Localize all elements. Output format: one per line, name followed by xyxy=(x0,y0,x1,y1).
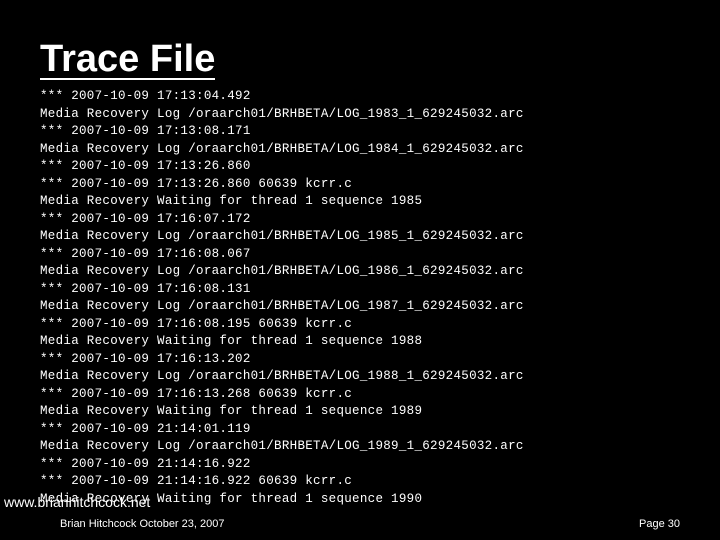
trace-file-content: *** 2007-10-09 17:13:04.492Media Recover… xyxy=(40,88,700,508)
trace-line: *** 2007-10-09 17:13:26.860 xyxy=(40,158,700,176)
footer-url: www.brianhitchcock.net xyxy=(4,494,150,510)
trace-line: Media Recovery Log /oraarch01/BRHBETA/LO… xyxy=(40,438,700,456)
trace-line: Media Recovery Log /oraarch01/BRHBETA/LO… xyxy=(40,141,700,159)
trace-line: Media Recovery Log /oraarch01/BRHBETA/LO… xyxy=(40,263,700,281)
slide-title: Trace File xyxy=(40,40,215,80)
trace-line: *** 2007-10-09 21:14:01.119 xyxy=(40,421,700,439)
trace-line: Media Recovery Log /oraarch01/BRHBETA/LO… xyxy=(40,106,700,124)
trace-line: *** 2007-10-09 17:16:13.268 60639 kcrr.c xyxy=(40,386,700,404)
trace-line: Media Recovery Waiting for thread 1 sequ… xyxy=(40,403,700,421)
trace-line: *** 2007-10-09 17:16:08.195 60639 kcrr.c xyxy=(40,316,700,334)
footer-author-date: Brian Hitchcock October 23, 2007 xyxy=(60,518,224,530)
trace-line: *** 2007-10-09 17:16:07.172 xyxy=(40,211,700,229)
trace-line: *** 2007-10-09 17:16:08.067 xyxy=(40,246,700,264)
trace-line: Media Recovery Log /oraarch01/BRHBETA/LO… xyxy=(40,368,700,386)
trace-line: *** 2007-10-09 17:13:26.860 60639 kcrr.c xyxy=(40,176,700,194)
trace-line: *** 2007-10-09 17:13:08.171 xyxy=(40,123,700,141)
trace-line: Media Recovery Log /oraarch01/BRHBETA/LO… xyxy=(40,228,700,246)
trace-line: *** 2007-10-09 17:16:13.202 xyxy=(40,351,700,369)
footer-page-number: Page 30 xyxy=(639,518,680,530)
trace-line: Media Recovery Waiting for thread 1 sequ… xyxy=(40,333,700,351)
slide: Trace File *** 2007-10-09 17:13:04.492Me… xyxy=(0,0,720,540)
trace-line: Media Recovery Log /oraarch01/BRHBETA/LO… xyxy=(40,298,700,316)
trace-line: *** 2007-10-09 21:14:16.922 xyxy=(40,456,700,474)
trace-line: *** 2007-10-09 17:13:04.492 xyxy=(40,88,700,106)
trace-line: Media Recovery Waiting for thread 1 sequ… xyxy=(40,193,700,211)
trace-line: *** 2007-10-09 21:14:16.922 60639 kcrr.c xyxy=(40,473,700,491)
trace-line: *** 2007-10-09 17:16:08.131 xyxy=(40,281,700,299)
